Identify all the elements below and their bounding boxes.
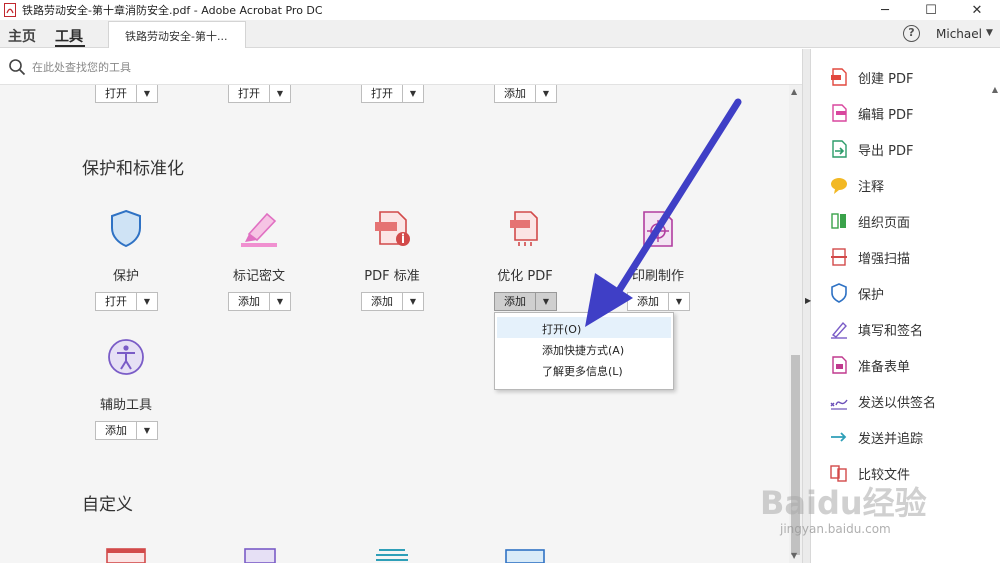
chevron-down-icon[interactable]: ▼ — [270, 293, 290, 310]
accessibility-icon — [108, 339, 144, 375]
tool-label: 标记密文 — [232, 269, 285, 284]
tool-open-button[interactable]: 打开 ▼ — [95, 85, 158, 103]
send-track-icon — [831, 432, 847, 442]
protect-icon — [831, 283, 847, 303]
tool-open-button[interactable]: 打开 ▼ — [228, 85, 291, 103]
send-for-signature-icon — [830, 399, 848, 410]
acrobat-app-icon — [4, 3, 16, 17]
right-pane-item[interactable]: 准备表单 — [829, 354, 910, 376]
organize-pages-icon — [831, 213, 846, 229]
optimize-pdf-icon — [510, 211, 538, 246]
tab-home[interactable]: 主页 — [8, 26, 36, 46]
section-title-custom: 自定义 — [82, 495, 133, 515]
title-bar: 铁路劳动安全-第十章消防安全.pdf - Adobe Acrobat Pro D… — [0, 0, 1000, 20]
scroll-up-icon[interactable]: ▲ — [992, 85, 998, 94]
menu-item-add-shortcut[interactable]: 添加快捷方式(A) — [495, 338, 673, 359]
right-pane-item-label: 发送并追踪 — [858, 431, 924, 447]
right-pane-item-label: 编辑 PDF — [858, 107, 914, 123]
right-pane-item-label: 创建 PDF — [858, 71, 914, 87]
right-pane-item-label: 导出 PDF — [858, 143, 914, 159]
tool-accessibility-add-button[interactable]: 添加 ▼ — [95, 421, 158, 440]
create-pdf-icon — [831, 68, 847, 86]
right-pane-item[interactable]: 创建 PDF — [829, 66, 913, 88]
right-pane-item-label: 准备表单 — [858, 359, 911, 375]
right-pane-item-label: 保护 — [858, 287, 885, 303]
watermark-logo: Baidu经验 — [760, 484, 927, 522]
right-pane-item-label: 组织页面 — [858, 215, 911, 231]
tool-redact-add-button[interactable]: 添加 ▼ — [228, 292, 291, 311]
tool-optimize-pdf-add-button[interactable]: 添加 ▼ — [494, 292, 557, 311]
tool-redact[interactable]: 标记密文 — [199, 208, 319, 284]
right-pane-item[interactable]: 组织页面 — [829, 210, 910, 232]
close-button[interactable]: ✕ — [954, 0, 1000, 20]
fill-sign-icon — [831, 321, 847, 339]
right-pane-item[interactable]: 编辑 PDF — [829, 102, 913, 124]
chevron-down-icon[interactable]: ▼ — [270, 85, 290, 102]
tool-label: 优化 PDF — [497, 269, 553, 284]
search-icon — [9, 59, 26, 76]
right-pane-item-label: 发送以供签名 — [858, 395, 937, 411]
custom-tool-icon[interactable] — [505, 546, 545, 563]
right-pane-item[interactable]: 发送并追踪 — [829, 426, 923, 448]
maximize-button[interactable]: ☐ — [908, 0, 954, 20]
chevron-down-icon[interactable]: ▼ — [403, 85, 423, 102]
active-tab-indicator — [55, 45, 85, 47]
right-pane-item[interactable]: 增强扫描 — [829, 246, 910, 268]
scroll-up-icon[interactable]: ▲ — [791, 87, 797, 96]
export-pdf-icon — [832, 140, 847, 158]
chevron-down-icon[interactable]: ▼ — [403, 293, 423, 310]
right-pane-item-label: 增强扫描 — [858, 251, 911, 267]
minimize-button[interactable]: ─ — [862, 0, 908, 20]
edit-pdf-icon — [832, 104, 847, 122]
section-title-protect: 保护和标准化 — [82, 159, 184, 179]
right-pane-item[interactable]: 注释 — [829, 174, 884, 196]
enhance-scan-icon — [831, 248, 847, 266]
window-controls: ─ ☐ ✕ — [862, 0, 1000, 20]
chevron-down-icon[interactable]: ▼ — [536, 293, 556, 310]
right-pane-item[interactable]: 填写和签名 — [829, 318, 923, 340]
right-pane-item-label: 填写和签名 — [858, 323, 924, 339]
right-pane-item[interactable]: 导出 PDF — [829, 138, 913, 160]
right-pane-item[interactable]: 发送以供签名 — [829, 390, 936, 412]
tool-pdf-standards-add-button[interactable]: 添加 ▼ — [361, 292, 424, 311]
annotation-arrow — [585, 98, 742, 327]
tool-label: 保护 — [112, 269, 139, 284]
user-account[interactable]: Michael — [936, 27, 982, 41]
chevron-down-icon[interactable]: ▼ — [137, 293, 157, 310]
custom-tool-icon[interactable] — [373, 546, 411, 563]
tool-protect[interactable]: 保护 — [66, 208, 186, 284]
chevron-down-icon[interactable]: ▼ — [536, 85, 556, 102]
tool-protect-open-button[interactable]: 打开 ▼ — [95, 292, 158, 311]
right-pane-item-label: 注释 — [858, 179, 885, 195]
chevron-down-icon[interactable]: ▼ — [137, 85, 157, 102]
tab-tools[interactable]: 工具 — [55, 26, 83, 46]
tool-open-button[interactable]: 打开 ▼ — [361, 85, 424, 103]
help-icon[interactable]: ? — [903, 25, 920, 42]
tool-search-bar — [0, 49, 802, 85]
right-pane-item[interactable]: 保护 — [829, 282, 884, 304]
baidu-watermark: Baidu经验 jingyan.baidu.com — [760, 478, 950, 563]
document-tab[interactable]: 铁路劳动安全-第十... — [108, 21, 246, 48]
chevron-down-icon[interactable]: ▼ — [986, 28, 993, 38]
tool-add-button[interactable]: 添加 ▼ — [494, 85, 557, 103]
window-title: 铁路劳动安全-第十章消防安全.pdf - Adobe Acrobat Pro D… — [22, 4, 323, 17]
shield-icon — [111, 209, 141, 248]
pdf-standards-icon — [375, 211, 410, 246]
custom-tool-icon[interactable] — [106, 546, 146, 563]
tool-accessibility[interactable]: 辅助工具 — [66, 337, 186, 413]
custom-tool-icon[interactable] — [244, 546, 276, 563]
menu-item-learn-more[interactable]: 了解更多信息(L) — [495, 359, 673, 380]
tool-label: 辅助工具 — [99, 398, 152, 413]
search-input[interactable] — [32, 58, 432, 76]
tool-pdf-standards[interactable]: PDF 标准 — [332, 208, 452, 284]
watermark-url: jingyan.baidu.com — [780, 522, 891, 536]
tool-label: PDF 标准 — [364, 269, 420, 284]
redact-marker-icon — [241, 212, 277, 247]
chevron-down-icon[interactable]: ▼ — [137, 422, 157, 439]
menu-bar: 主页 工具 铁路劳动安全-第十... ? Michael ▼ — [0, 20, 1000, 48]
tool-optimize-pdf[interactable]: 优化 PDF — [465, 208, 585, 284]
prepare-form-icon — [832, 356, 847, 374]
comment-icon — [831, 178, 847, 194]
